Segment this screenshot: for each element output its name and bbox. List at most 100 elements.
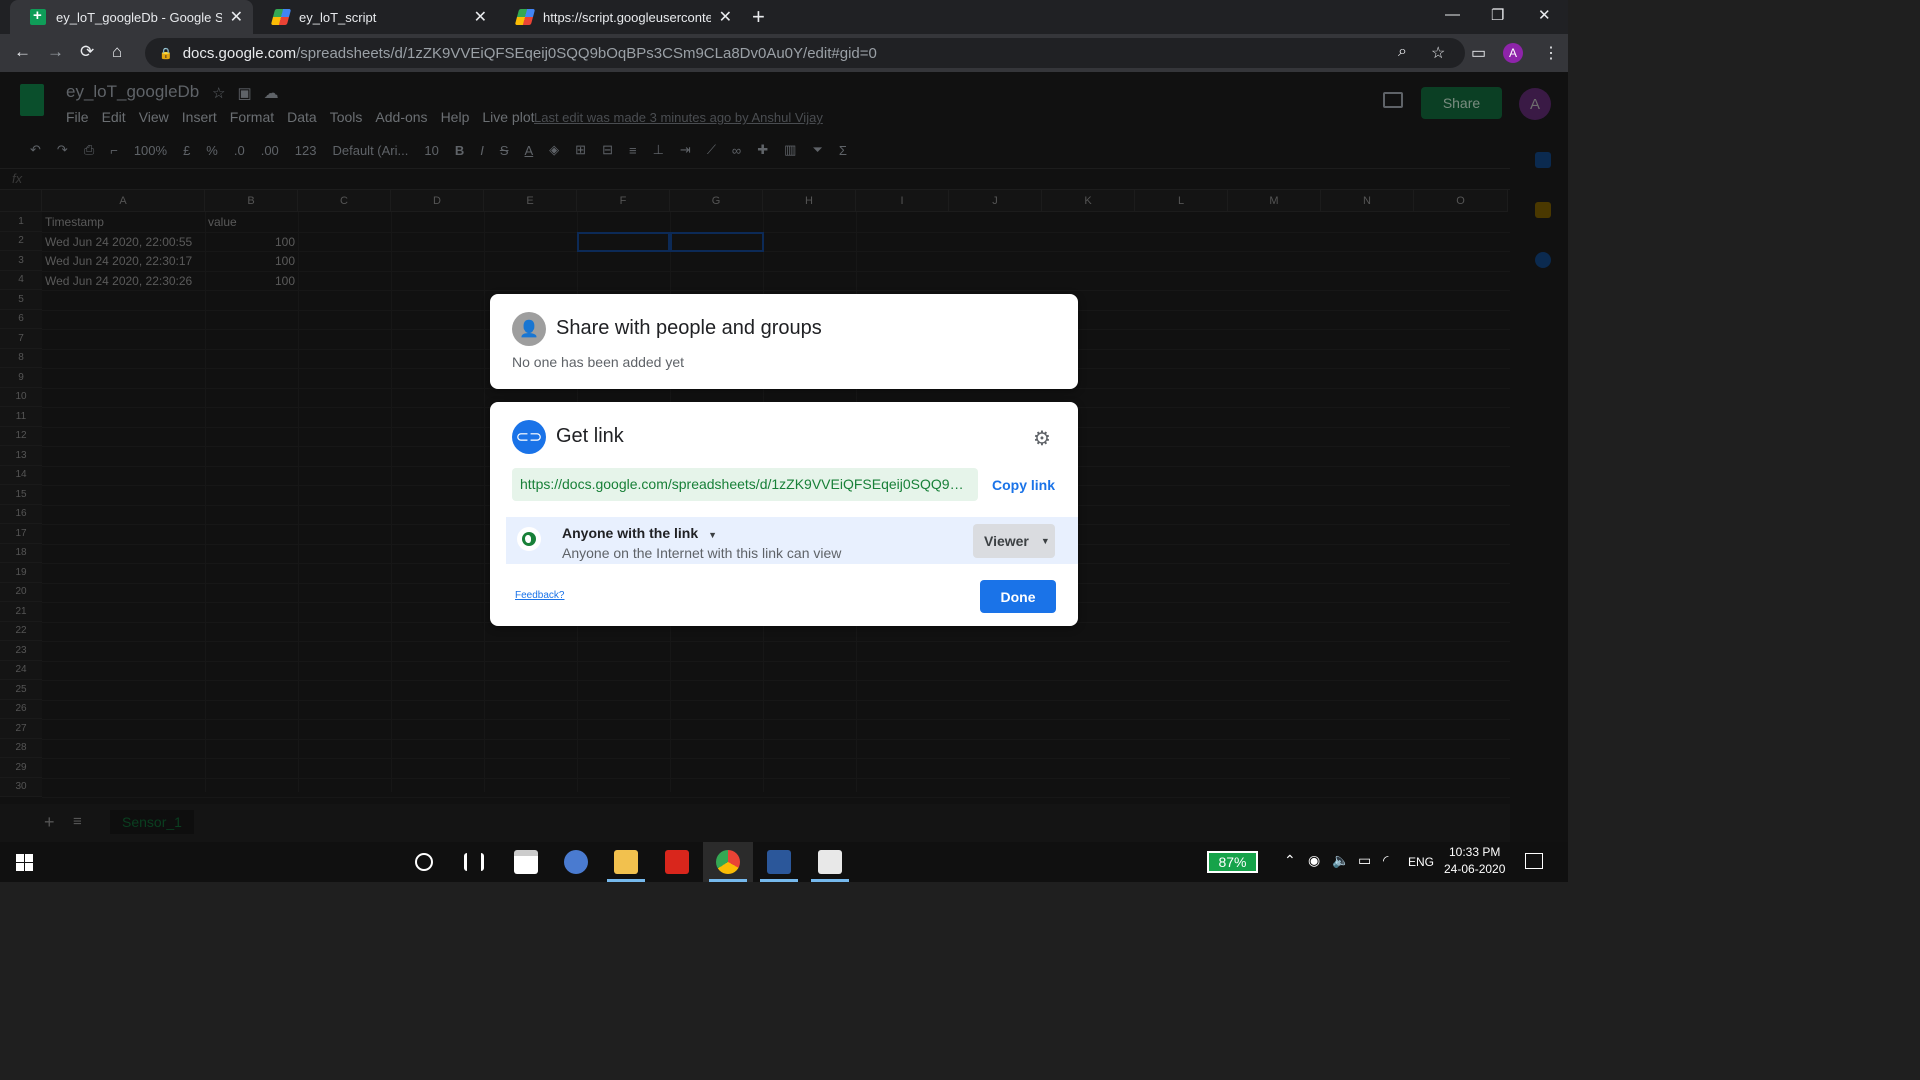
merge-cells-icon[interactable]: ⊟: [602, 142, 613, 158]
cell-a2[interactable]: Wed Jun 24 2020, 22:00:55: [42, 232, 205, 252]
italic-icon[interactable]: I: [480, 143, 484, 158]
menu-data[interactable]: Data: [287, 109, 317, 125]
reload-icon[interactable]: ⟳: [80, 42, 94, 62]
column-header[interactable]: K: [1042, 190, 1135, 212]
font-size-select[interactable]: 10: [424, 143, 438, 158]
row-header[interactable]: 15: [0, 485, 42, 505]
bold-icon[interactable]: B: [455, 143, 464, 158]
percent-format-button[interactable]: %: [206, 143, 218, 158]
action-center-icon[interactable]: [1525, 853, 1543, 869]
font-select[interactable]: Default (Ari...: [332, 143, 408, 158]
column-header[interactable]: F: [577, 190, 670, 212]
wrap-icon[interactable]: ⇥: [680, 142, 691, 158]
copy-link-button[interactable]: Copy link: [992, 477, 1055, 493]
sheets-logo-icon[interactable]: [20, 84, 44, 116]
tab-sheets[interactable]: ey_loT_googleDb - Google Sheets ✕: [10, 0, 253, 34]
fill-color-icon[interactable]: ◈: [549, 142, 559, 158]
add-sheet-icon[interactable]: +: [44, 812, 55, 833]
column-header[interactable]: I: [856, 190, 949, 212]
restore-icon[interactable]: ❐: [1491, 6, 1504, 24]
strikethrough-icon[interactable]: S: [500, 143, 509, 158]
functions-icon[interactable]: Σ: [839, 143, 847, 158]
sheet-tab-sensor-1[interactable]: Sensor_1: [110, 810, 194, 834]
filter-icon[interactable]: ⏷: [812, 142, 822, 158]
cell-a4[interactable]: Wed Jun 24 2020, 22:30:26: [42, 271, 205, 291]
row-header[interactable]: 28: [0, 738, 42, 758]
row-header[interactable]: 16: [0, 504, 42, 524]
row-header[interactable]: 8: [0, 348, 42, 368]
document-title[interactable]: ey_loT_googleDb: [66, 82, 199, 102]
close-tab-icon[interactable]: ✕: [230, 7, 243, 27]
borders-icon[interactable]: ⊞: [575, 142, 586, 158]
row-header[interactable]: 1: [0, 212, 42, 232]
row-header[interactable]: 10: [0, 387, 42, 407]
cell-b4[interactable]: 100: [205, 271, 298, 291]
star-icon[interactable]: ☆: [212, 85, 237, 102]
column-header[interactable]: H: [763, 190, 856, 212]
comments-icon[interactable]: [1383, 92, 1403, 108]
select-all-corner[interactable]: [0, 190, 42, 212]
close-tab-icon[interactable]: ✕: [474, 7, 487, 27]
zoom-magnifier-icon[interactable]: ⌕: [1398, 43, 1407, 61]
menu-view[interactable]: View: [139, 109, 169, 125]
column-header[interactable]: J: [949, 190, 1042, 212]
last-edit-link[interactable]: Last edit was made 3 minutes ago by Ansh…: [534, 110, 823, 125]
cortana-search-icon[interactable]: [415, 853, 433, 871]
done-button[interactable]: Done: [980, 580, 1056, 613]
row-header[interactable]: 11: [0, 407, 42, 427]
move-folder-icon[interactable]: ▣: [237, 85, 263, 102]
row-header[interactable]: 13: [0, 446, 42, 466]
redo-icon[interactable]: ↷: [57, 142, 68, 158]
feedback-link[interactable]: Feedback?: [515, 590, 564, 601]
wifi-icon[interactable]: ◜: [1383, 852, 1388, 869]
cell-b2[interactable]: 100: [205, 232, 298, 252]
chart-icon[interactable]: ▥: [784, 142, 796, 158]
more-formats-button[interactable]: 123: [295, 143, 317, 158]
row-header[interactable]: 23: [0, 641, 42, 661]
column-header[interactable]: C: [298, 190, 391, 212]
menu-tools[interactable]: Tools: [330, 109, 363, 125]
new-tab-plus-icon[interactable]: +: [752, 4, 765, 30]
undo-icon[interactable]: ↶: [30, 142, 41, 158]
close-tab-icon[interactable]: ✕: [719, 7, 732, 27]
all-sheets-icon[interactable]: ≡: [73, 813, 82, 830]
row-header[interactable]: 20: [0, 582, 42, 602]
word-icon[interactable]: [767, 850, 791, 874]
selected-range[interactable]: [577, 231, 670, 252]
cell-b1[interactable]: value: [205, 212, 298, 232]
url-input[interactable]: 🔒 docs.google.com /spreadsheets/d/1zZK9V…: [145, 38, 1465, 68]
role-dropdown[interactable]: Viewer ▼: [973, 524, 1055, 558]
calendar-side-icon[interactable]: [1535, 152, 1551, 168]
menu-help[interactable]: Help: [441, 109, 470, 125]
row-header[interactable]: 7: [0, 329, 42, 349]
share-link-field[interactable]: https://docs.google.com/spreadsheets/d/1…: [512, 468, 978, 501]
menu-format[interactable]: Format: [230, 109, 274, 125]
menu-file[interactable]: File: [66, 109, 89, 125]
profile-avatar[interactable]: A: [1503, 43, 1523, 63]
column-header[interactable]: L: [1135, 190, 1228, 212]
row-header[interactable]: 24: [0, 660, 42, 680]
battery-tray-icon[interactable]: ▭: [1358, 852, 1371, 869]
link-icon[interactable]: ∞: [732, 143, 741, 158]
cell-b3[interactable]: 100: [205, 251, 298, 271]
menu-addons[interactable]: Add-ons: [375, 109, 427, 125]
row-header[interactable]: 6: [0, 309, 42, 329]
cell-a1[interactable]: Timestamp: [42, 212, 205, 232]
print-icon[interactable]: ⎙: [84, 142, 94, 158]
row-header[interactable]: 27: [0, 719, 42, 739]
tab-googleusercontent[interactable]: https://script.googleusercontent.com ✕: [497, 0, 742, 34]
text-color-icon[interactable]: A: [525, 143, 534, 158]
align-icon[interactable]: ≡: [629, 143, 637, 158]
row-header[interactable]: 22: [0, 621, 42, 641]
typora-icon[interactable]: [818, 850, 842, 874]
comment-add-icon[interactable]: ✚: [757, 142, 768, 158]
chromium-icon[interactable]: [564, 850, 588, 874]
task-view-icon[interactable]: [464, 853, 484, 871]
rotate-text-icon[interactable]: ⟋: [707, 142, 716, 158]
menu-insert[interactable]: Insert: [182, 109, 217, 125]
column-header[interactable]: E: [484, 190, 577, 212]
share-button[interactable]: Share: [1421, 87, 1502, 119]
tasks-side-icon[interactable]: [1535, 252, 1551, 268]
increase-decimal-button[interactable]: .00: [261, 143, 279, 158]
battery-indicator[interactable]: 87%: [1207, 851, 1258, 873]
